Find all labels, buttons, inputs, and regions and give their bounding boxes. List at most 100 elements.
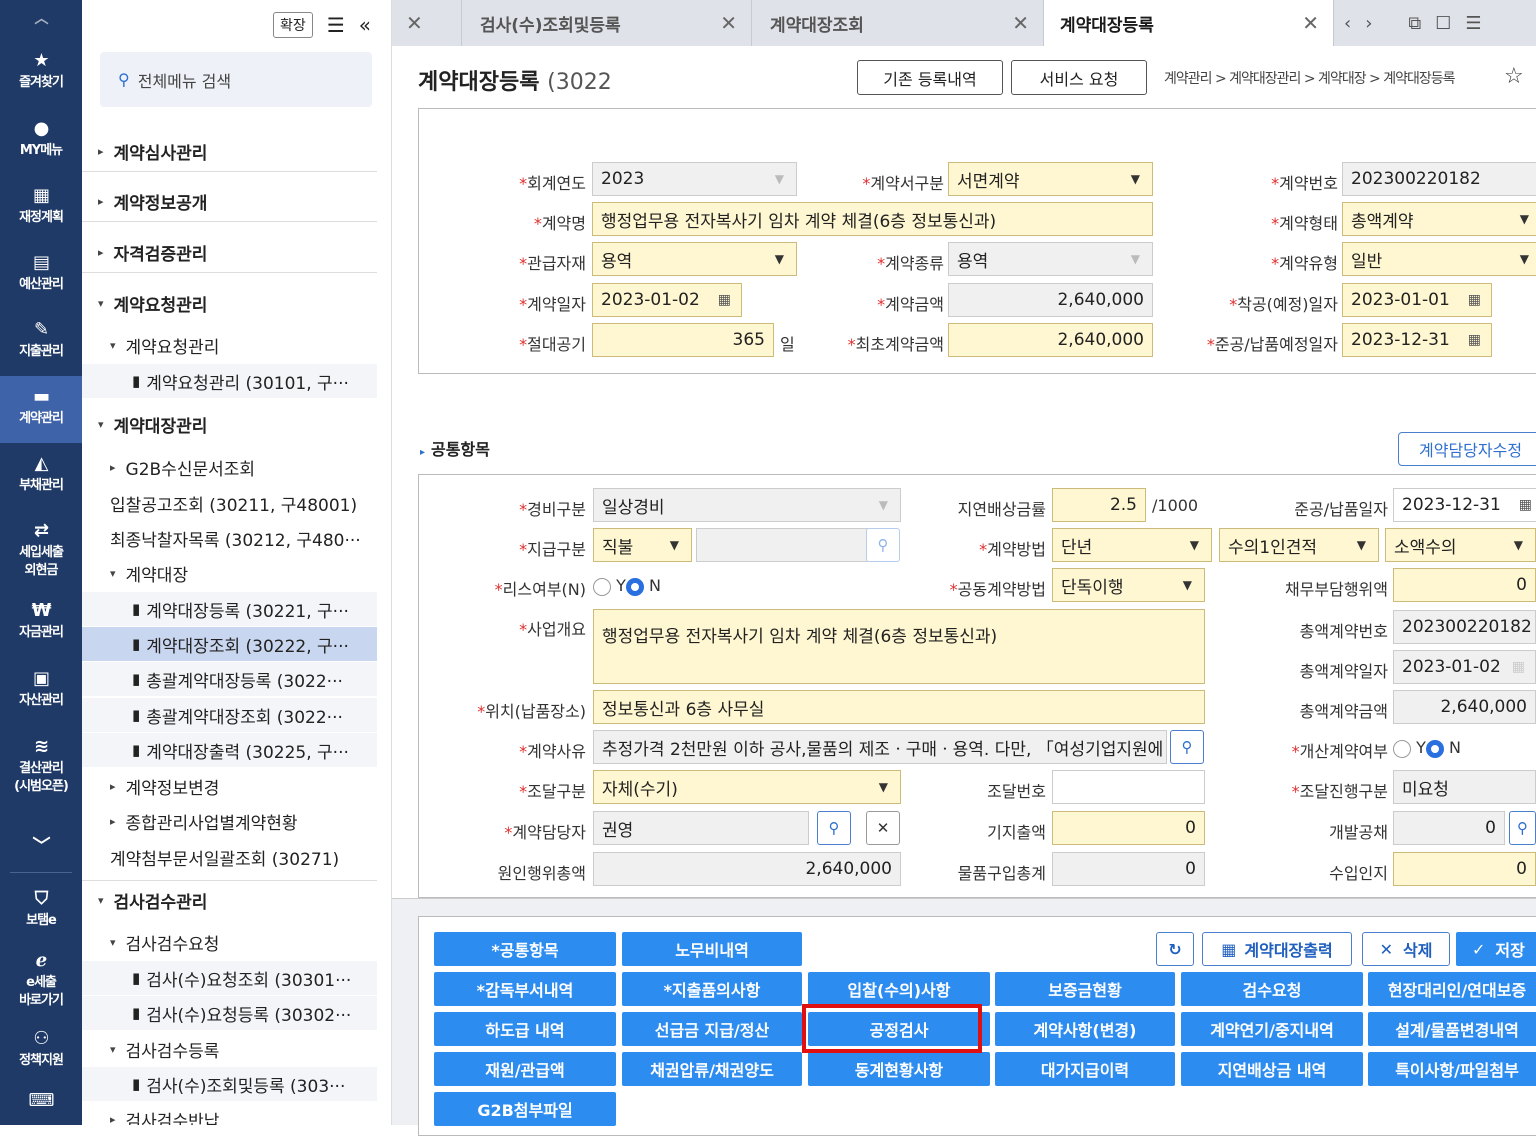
btn-delay-compensation[interactable]: 지연배상금 내역 [1181, 1052, 1363, 1086]
lease-radio-group[interactable]: Y N [593, 576, 683, 596]
stamp-input[interactable]: 0 [1393, 852, 1536, 886]
expand-button[interactable]: 확장 [273, 12, 313, 38]
next-tab-icon[interactable]: › [1365, 13, 1372, 34]
btn-advance[interactable]: 선급금 지급/정산 [622, 1012, 802, 1046]
doc-type-select[interactable]: 서면계약 ▼ [948, 162, 1153, 196]
window-icon[interactable]: ☐ [1435, 13, 1451, 34]
btn-contract-change[interactable]: 계약사항(변경) [995, 1012, 1175, 1046]
nav-finance-plan[interactable]: ▦ 재정계획 [0, 185, 82, 227]
btn-delay[interactable]: 계약연기/중지내역 [1181, 1012, 1363, 1046]
tab-close-lead[interactable]: ✕ [392, 0, 462, 46]
private-no-radio[interactable] [1425, 739, 1444, 758]
menu-item[interactable]: ▮ 계약요청관리 (30101, 구··· [82, 364, 377, 398]
menu-item[interactable]: ▸ 계약정보변경 [82, 769, 377, 803]
procure-status-select[interactable]: 미요청 [1393, 770, 1536, 804]
amount-field[interactable]: 2,640,000 [948, 283, 1153, 317]
print-button[interactable]: ▦ 계약대장출력 [1202, 932, 1352, 966]
list-toggle-icon[interactable]: ☰ [327, 13, 345, 37]
contract-form-select[interactable]: 총액계약 ▼ [1342, 202, 1536, 236]
init-amount-input[interactable]: 2,640,000 [948, 323, 1153, 357]
pay-detail-field[interactable] [696, 528, 868, 562]
nav-settlement[interactable]: ≋ 결산관리 (시범오픈) [0, 736, 82, 796]
method2-select[interactable]: 수의1인견적 ▼ [1219, 528, 1379, 562]
menu-item[interactable]: ▾ 검사검수관리 [82, 880, 377, 920]
menu-item[interactable]: ▮ 계약대장출력 (30225, 구··· [82, 733, 377, 767]
menu-item[interactable]: ▸ 계약정보공개 [82, 182, 377, 222]
material-select[interactable]: 용역 ▼ [592, 242, 797, 276]
btn-inspect-request[interactable]: 검수요청 [1181, 972, 1363, 1006]
menu-item[interactable]: ▮ 검사(수)조회및등록 (303··· [82, 1067, 377, 1101]
ctype-select[interactable]: 일반 ▼ [1342, 242, 1536, 276]
private-yes-radio[interactable] [1393, 739, 1411, 758]
end-date-input[interactable]: 2023-12-31 ▦ [1342, 323, 1492, 357]
nav-funds[interactable]: ₩ 자금관리 [0, 600, 82, 642]
prepaid-input[interactable]: 0 [1052, 811, 1205, 845]
menu-item[interactable]: ▮ 검사(수)요청조회 (30301··· [82, 961, 377, 995]
reason-field[interactable]: 추정가격 2천만원 이하 공사,물품의 제조ㆍ구매ㆍ용역. 다만, 「여성기업지… [593, 730, 1167, 764]
menu-item[interactable]: ▮ 검사(수)요청등록 (30302··· [82, 996, 377, 1030]
menu-list-icon[interactable]: ☰ [1465, 13, 1481, 34]
save-button[interactable]: ✓ 저장 [1456, 932, 1536, 966]
menu-item[interactable]: ▾ 검사검수등록 [82, 1032, 377, 1066]
contract-name-input[interactable]: 행정업무용 전자복사기 임차 계약 체결(6층 정보통신과) [592, 202, 1153, 236]
nav-expense[interactable]: ✎ 지출관리 [0, 319, 82, 361]
menu-item[interactable]: ▸ 계약심사관리 [82, 132, 377, 172]
manager-field[interactable]: 권영 [593, 811, 809, 845]
history-button[interactable]: 기존 등록내역 [857, 60, 1003, 95]
menu-item[interactable]: 입찰공고조회 (30211, 구48001) [82, 486, 377, 520]
btn-bid[interactable]: 입찰(수의)사항 [808, 972, 990, 1006]
service-request-button[interactable]: 서비스 요청 [1011, 60, 1147, 95]
pay-search-button[interactable]: ⚲ [866, 528, 900, 562]
menu-item[interactable]: 최종낙찰자목록 (30212, 구480··· [82, 521, 377, 555]
private-radio-group[interactable]: Y N [1393, 738, 1473, 758]
menu-item[interactable]: ▮ 계약대장조회 (30222, 구··· [82, 627, 377, 661]
menu-item[interactable]: 계약첨부문서일괄조회 (30271) [82, 840, 377, 874]
menu-item[interactable]: ▸ 검사검수반납 [82, 1102, 377, 1126]
procure-no-input[interactable] [1052, 770, 1205, 804]
year-select[interactable]: 2023 ▼ [592, 162, 797, 196]
nav-contract[interactable]: ▬ 계약관리 [0, 376, 82, 443]
tab-inspection[interactable]: 검사(수)조회및등록 ✕ [462, 0, 752, 46]
delay-rate-input[interactable]: 2.5 [1052, 488, 1146, 522]
nav-debt[interactable]: ◭ 부채관리 [0, 453, 82, 495]
btn-expense-request[interactable]: *지출품의사항 [622, 972, 802, 1006]
nav-my-menu[interactable]: ● MY메뉴 [0, 118, 82, 160]
collapse-icon[interactable]: « [359, 13, 371, 37]
menu-item[interactable]: ▾ 검사검수요청 [82, 925, 377, 959]
btn-g2b-file[interactable]: G2B첨부파일 [434, 1092, 616, 1126]
total-no-field[interactable]: 202300220182 [1393, 610, 1536, 644]
debt-input[interactable]: 0 [1393, 568, 1536, 602]
reason-search-button[interactable]: ⚲ [1170, 730, 1204, 764]
contract-no-field[interactable]: 202300220182 [1342, 162, 1536, 196]
menu-search-input[interactable]: ⚲ 전체메뉴 검색 [100, 52, 372, 107]
method-select[interactable]: 단년 ▼ [1052, 528, 1212, 562]
nav-assets[interactable]: ▣ 자산관리 [0, 668, 82, 710]
joint-select[interactable]: 단독이행 ▼ [1052, 568, 1205, 602]
btn-agent[interactable]: 현장대리인/연대보증 [1368, 972, 1536, 1006]
contract-date-input[interactable]: 2023-01-02 ▦ [592, 283, 742, 317]
nav-policy[interactable]: ⚇ 정책지원 [0, 1028, 82, 1070]
manager-search-button[interactable]: ⚲ [817, 811, 851, 845]
total-amt-field[interactable]: 2,640,000 [1393, 690, 1536, 724]
btn-labor[interactable]: 노무비내역 [622, 932, 802, 966]
btn-seizure[interactable]: 채권압류/채권양도 [622, 1052, 802, 1086]
menu-item[interactable]: ▮ 계약대장등록 (30221, 구··· [82, 592, 377, 626]
tab-contract-register[interactable]: 계약대장등록 ✕ [1044, 0, 1334, 46]
btn-subcontract[interactable]: 하도급 내역 [434, 1012, 616, 1046]
menu-item[interactable]: ▸ 종합관리사업별계약현황 [82, 804, 377, 838]
purchase-field[interactable]: 0 [1052, 852, 1205, 886]
scroll-down-icon[interactable]: ﹀ [0, 836, 82, 860]
location-input[interactable]: 정보통신과 6층 사무실 [593, 690, 1205, 724]
total-date-field[interactable]: 2023-01-02 ▦ [1393, 650, 1536, 684]
btn-deposit[interactable]: 보증금현황 [995, 972, 1175, 1006]
dev-search-button[interactable]: ⚲ [1509, 811, 1536, 845]
btn-supervision[interactable]: *감독부서내역 [434, 972, 616, 1006]
period-input[interactable]: 365 [592, 323, 774, 357]
scroll-up-icon[interactable]: ︿ [0, 8, 82, 30]
nav-favorites[interactable]: ★ 즐겨찾기 [0, 50, 82, 92]
nav-botem[interactable]: ⛉ 보탬e [0, 888, 82, 930]
menu-item[interactable]: ▾ 계약요청관리 [82, 283, 377, 323]
prev-tab-icon[interactable]: ‹ [1344, 13, 1351, 34]
btn-design-change[interactable]: 설계/물품변경내역 [1368, 1012, 1536, 1046]
method3-select[interactable]: 소액수의 ▼ [1385, 528, 1536, 562]
